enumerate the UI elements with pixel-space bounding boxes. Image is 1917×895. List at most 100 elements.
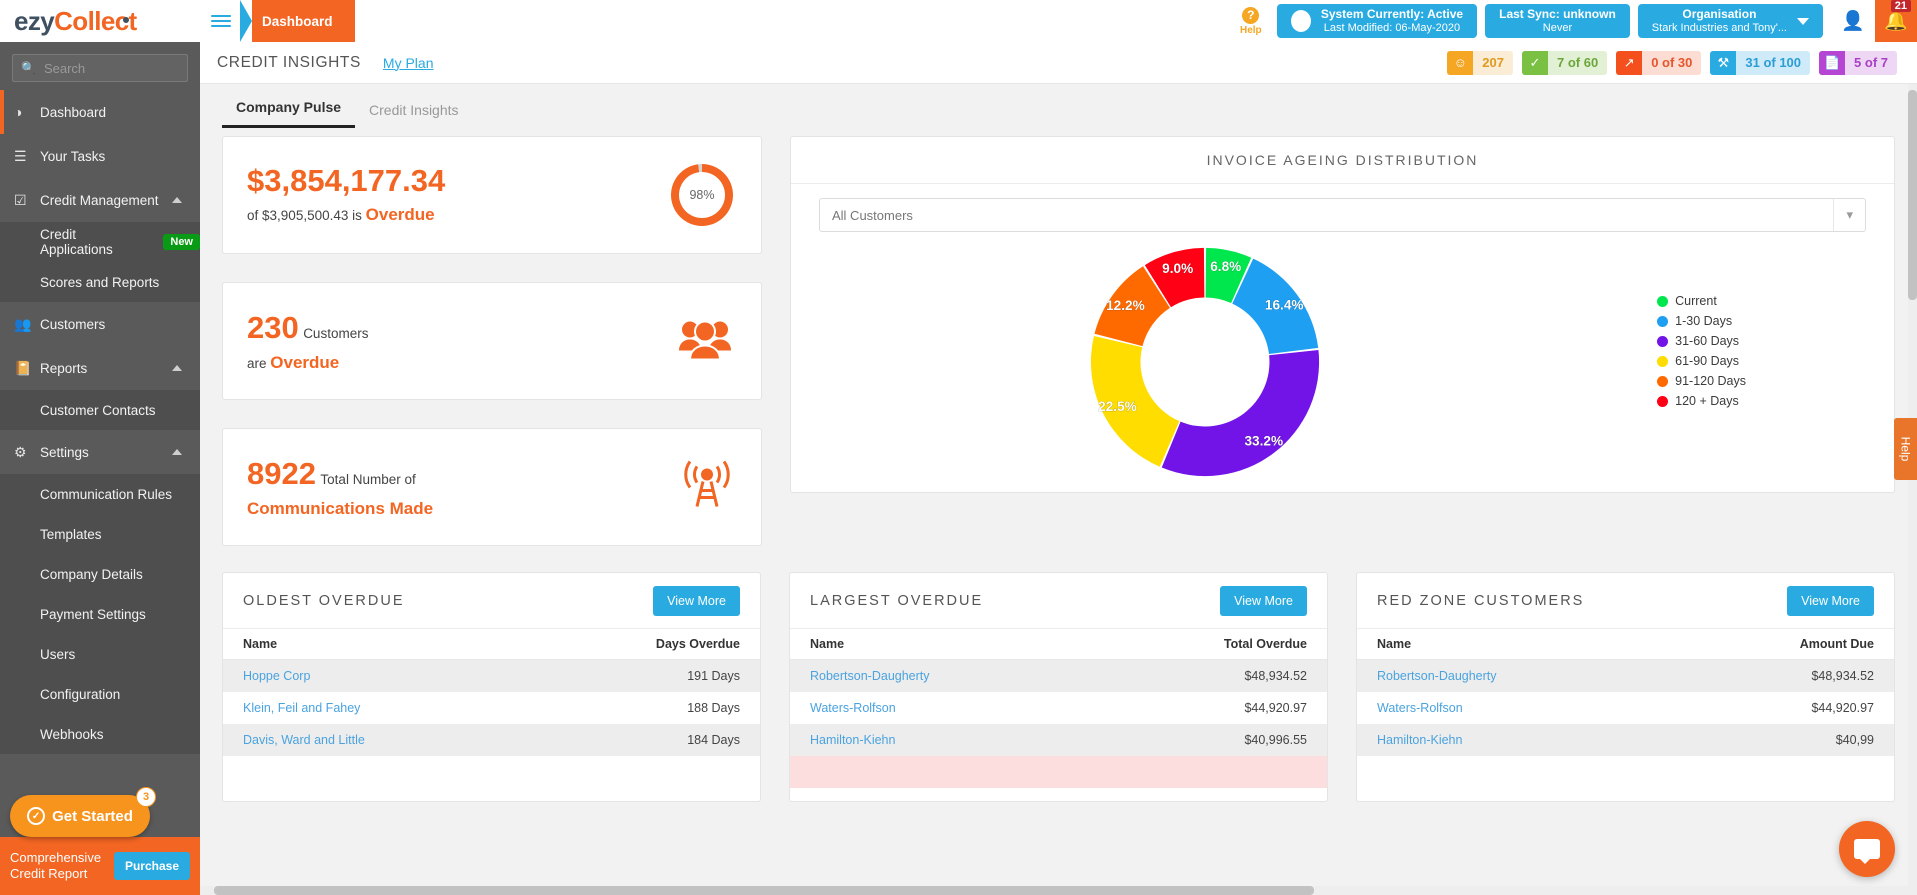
legend-item[interactable]: 91-120 Days [1657, 374, 1746, 388]
sidebar-item-dashboard[interactable]: ◑ Dashboard [0, 90, 200, 134]
overdue-customers-prefix: are [247, 355, 267, 371]
legend-label: 91-120 Days [1675, 374, 1746, 388]
table-row[interactable]: Hamilton-Kiehn $40,996.55 [790, 724, 1327, 756]
kpi-badge-documents[interactable]: 📄 5 of 7 [1819, 50, 1897, 75]
customer-link[interactable]: Hoppe Corp [243, 669, 310, 683]
tab-company-pulse[interactable]: Company Pulse [222, 99, 356, 128]
customer-link[interactable]: Waters-Rolfson [810, 701, 896, 715]
sidebar-item-configuration[interactable]: Configuration [0, 674, 200, 714]
vertical-scrollbar-thumb[interactable] [1908, 90, 1917, 300]
get-started-button[interactable]: ✓ Get Started 3 [10, 787, 156, 837]
help-button[interactable]: ? Help [1231, 0, 1271, 42]
view-more-button[interactable]: View More [1787, 585, 1874, 616]
purchase-button[interactable]: Purchase [113, 852, 190, 880]
notifications-button[interactable]: 🔔 21 [1875, 0, 1917, 42]
sidebar-item-customers[interactable]: 👥 Customers [0, 302, 200, 346]
legend-color-dot [1657, 355, 1669, 367]
kpi-badge-trend[interactable]: ↗ 0 of 30 [1616, 50, 1702, 75]
chat-widget-button[interactable] [1839, 821, 1895, 877]
kpi-badge-pulse[interactable]: ⚒ 31 of 100 [1710, 50, 1811, 75]
customer-link[interactable]: Klein, Feil and Fahey [243, 701, 360, 715]
table-title: LARGEST OVERDUE [810, 592, 984, 609]
sidebar-item-payment-settings[interactable]: Payment Settings [0, 594, 200, 634]
table-row[interactable]: Hamilton-Kiehn $40,99 [1357, 724, 1894, 756]
my-plan-link[interactable]: My Plan [383, 55, 434, 71]
app-logo[interactable]: ezyCollect [0, 0, 200, 42]
last-sync-pill[interactable]: Last Sync: unknown Never [1485, 4, 1630, 38]
gears-icon: ⚙ [14, 443, 27, 460]
view-more-button[interactable]: View More [653, 585, 740, 616]
horizontal-scrollbar-thumb[interactable] [214, 886, 1314, 895]
breadcrumb-dashboard[interactable]: Dashboard [252, 0, 355, 42]
horizontal-scrollbar[interactable] [200, 886, 1917, 895]
kpi-badge-row: ☺ 207 ✓ 7 of 60 ↗ 0 of 30 ⚒ 31 of 100 📄 … [1438, 50, 1897, 75]
view-more-button[interactable]: View More [1220, 585, 1307, 616]
sidebar-subitem-label: Communication Rules [40, 486, 173, 502]
sidebar-item-webhooks[interactable]: Webhooks [0, 714, 200, 754]
tab-credit-insights[interactable]: Credit Insights [355, 102, 472, 128]
kpi-badge-ribbon[interactable]: ☺ 207 [1447, 50, 1513, 75]
row-value-cell: $44,920.97 [1244, 701, 1307, 715]
sidebar-subitem-label: Webhooks [40, 726, 104, 742]
list-icon: ☰ [14, 147, 27, 164]
customer-link[interactable]: Hamilton-Kiehn [810, 733, 895, 747]
sidebar-item-users[interactable]: Users [0, 634, 200, 674]
sidebar-subitem-label: Scores and Reports [40, 274, 160, 290]
sidebar-item-communication-rules[interactable]: Communication Rules [0, 474, 200, 514]
table-row-highlighted[interactable] [790, 756, 1327, 788]
sidebar-subitem-label: Company Details [40, 566, 143, 582]
sidebar-item-reports[interactable]: 📔 Reports [0, 346, 200, 390]
communications-strong: Communications Made [247, 498, 434, 518]
table-row[interactable]: Robertson-Daugherty $48,934.52 [790, 659, 1327, 692]
table-row[interactable]: Klein, Feil and Fahey 188 Days [223, 692, 760, 724]
logo-dot-icon [122, 16, 129, 23]
sidebar-search-wrap: 🔍 [0, 42, 200, 90]
ribbon-icon: ☺ [1447, 50, 1474, 75]
customer-link[interactable]: Waters-Rolfson [1377, 701, 1463, 715]
kpi-badge-tasks[interactable]: ✓ 7 of 60 [1522, 50, 1608, 75]
sidebar-item-templates[interactable]: Templates [0, 514, 200, 554]
donut-slice-label: 22.5% [1098, 399, 1137, 414]
customer-link[interactable]: Davis, Ward and Little [243, 733, 365, 747]
organisation-pill[interactable]: Organisation Stark Industries and Tony'.… [1637, 4, 1823, 38]
side-help-tab[interactable]: Help [1894, 418, 1917, 480]
legend-item[interactable]: 61-90 Days [1657, 354, 1746, 368]
table-row[interactable]: Waters-Rolfson $44,920.97 [790, 692, 1327, 724]
legend-item[interactable]: 120 + Days [1657, 394, 1746, 408]
sidebar-item-credit-management[interactable]: ☑ Credit Management [0, 178, 200, 222]
table-row[interactable]: Robertson-Daugherty $48,934.52 [1357, 659, 1894, 692]
sidebar-item-your-tasks[interactable]: ☰ Your Tasks [0, 134, 200, 178]
sidebar-item-company-details[interactable]: Company Details [0, 554, 200, 594]
sidebar-item-credit-applications[interactable]: Credit Applications New [0, 222, 200, 262]
legend-item[interactable]: 1-30 Days [1657, 314, 1746, 328]
user-account-button[interactable]: 👤 [1831, 0, 1875, 42]
sidebar-item-label: Customers [40, 316, 106, 332]
row-name-cell: Klein, Feil and Fahey [223, 692, 527, 724]
legend-item[interactable]: 31-60 Days [1657, 334, 1746, 348]
sidebar-subitem-label: Customer Contacts [40, 402, 156, 418]
sidebar-item-settings[interactable]: ⚙ Settings [0, 430, 200, 474]
checkbox-icon: ☑ [14, 191, 27, 208]
donut-slice[interactable] [1161, 350, 1320, 477]
sidebar-item-customer-contacts[interactable]: Customer Contacts [0, 390, 200, 430]
customer-link[interactable]: Robertson-Daugherty [810, 669, 930, 683]
promo-line1: Comprehensive [10, 850, 102, 866]
customer-link[interactable]: Robertson-Daugherty [1377, 669, 1497, 683]
search-input[interactable] [43, 60, 179, 76]
app-root: ezyCollect Dashboard ? Help System Curre… [0, 0, 1917, 895]
vertical-scrollbar[interactable] [1908, 84, 1917, 895]
menu-toggle-button[interactable] [200, 0, 242, 42]
table-row[interactable]: Waters-Rolfson $44,920.97 [1357, 692, 1894, 724]
legend-color-dot [1657, 375, 1669, 387]
system-status-pill[interactable]: System Currently: Active Last Modified: … [1276, 4, 1478, 38]
table-row[interactable]: Hoppe Corp 191 Days [223, 659, 760, 692]
search-box[interactable]: 🔍 [12, 54, 188, 82]
document-icon: 📄 [1819, 50, 1846, 75]
legend-color-dot [1657, 295, 1669, 307]
table-header-row: Name Amount Due [1357, 629, 1894, 660]
table-row[interactable]: Davis, Ward and Little 184 Days [223, 724, 760, 756]
sidebar-item-scores-and-reports[interactable]: Scores and Reports [0, 262, 200, 302]
customer-filter-select[interactable]: All Customers ▾ [819, 198, 1866, 232]
customer-link[interactable]: Hamilton-Kiehn [1377, 733, 1462, 747]
legend-item[interactable]: Current [1657, 294, 1746, 308]
